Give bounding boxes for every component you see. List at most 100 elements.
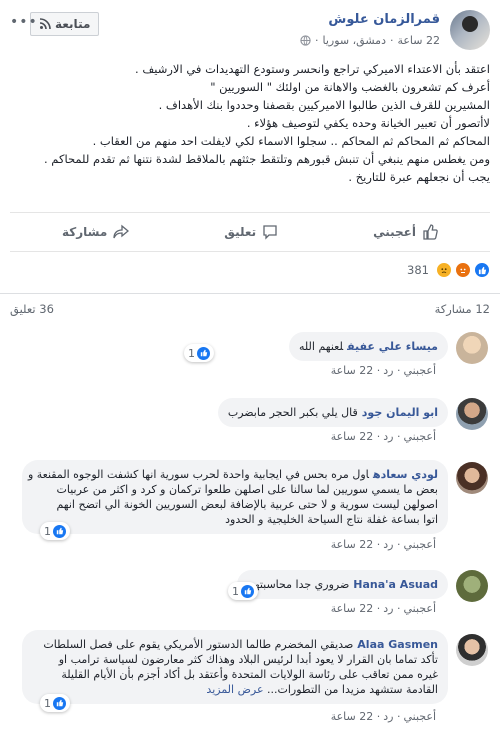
commenter-name[interactable]: ابو اليمان جود [362, 406, 438, 419]
comment-text: بعض ما يسمي سوريين لما سالنا على اصلهن ط… [56, 483, 438, 496]
rss-follow-icon [39, 18, 51, 30]
commenter-avatar[interactable] [456, 570, 488, 602]
post-body: اعتقد بأن الاعتداء الاميركي تراجع وانحسر… [10, 60, 490, 186]
comment-bubble: Hana'a Asuadضروري جدا محاسبتهم [237, 570, 448, 599]
like-reaction-icon [53, 696, 66, 710]
comment-bubble: لودي سعاده اول مره بحس في ايجابية واحدة ل… [22, 460, 448, 534]
comment-time[interactable]: 22 ساعة [331, 710, 374, 723]
comment-time[interactable]: 22 ساعة [331, 602, 374, 615]
author-avatar[interactable] [450, 10, 490, 50]
like-reaction-icon [241, 584, 254, 598]
post-location[interactable]: دمشق، سوريا [323, 34, 386, 47]
like-count-value: 1 [232, 584, 239, 598]
share-button[interactable]: مشاركة [62, 224, 130, 240]
comment-actions: أعجبني· رد· 22 ساعة [330, 710, 436, 723]
comment-reply-link[interactable]: رد [383, 430, 393, 443]
share-label: مشاركة [62, 225, 108, 239]
comment-like-link[interactable]: أعجبني [403, 710, 436, 723]
comment-text: ضروري جدا محاسبتهم [247, 578, 350, 591]
meta-separator: · [389, 34, 394, 47]
commenter-name[interactable]: لودي سعاده [373, 468, 438, 481]
commenter-name[interactable]: Alaa Gasmen [357, 638, 438, 651]
commenter-avatar[interactable] [456, 398, 488, 430]
post-header: قمرالزمان علوش 22 ساعة · دمشق، سوريا · م… [10, 10, 490, 54]
comment: لودي سعاده اول مره بحس في ايجابية واحدة ل… [12, 452, 488, 556]
comment-reply-link[interactable]: رد [383, 602, 393, 615]
comment-icon [263, 225, 277, 240]
comment-text: تأكد تماما بان القرار لا يعود أبدا لرئيس… [58, 653, 438, 666]
comment-bubble: ابو اليمان جود قال يلي بكبر الحجر مابضرب [217, 398, 448, 427]
comment-text: غيره ممن تعاقب على رئاسة الولايات المتحد… [61, 668, 438, 681]
commenter-avatar[interactable] [456, 634, 488, 666]
commenter-name[interactable]: Hana'a Asuad [353, 578, 438, 591]
comment-like-count[interactable]: 1 [184, 344, 214, 362]
comment-actions: أعجبني· رد· 22 ساعة [330, 538, 436, 551]
follow-label: متابعة [55, 17, 91, 31]
post-time[interactable]: 22 ساعة [397, 34, 440, 47]
comment: ابو اليمان جودقال يلي بكبر الحجر مابضرب … [12, 388, 488, 448]
comment-actions: أعجبني· رد· 22 ساعة [330, 602, 436, 615]
author-name[interactable]: قمرالزمان علوش [328, 12, 440, 27]
like-label: أعجبني [373, 225, 416, 239]
commenter-avatar[interactable] [456, 462, 488, 494]
like-button[interactable]: أعجبني [373, 224, 438, 240]
meta-separator: · [315, 34, 319, 47]
like-count-value: 1 [44, 696, 51, 710]
comment-reply-link[interactable]: رد [383, 538, 393, 551]
reactions-summary[interactable]: 381 [407, 262, 490, 278]
reaction-count[interactable]: 381 [407, 263, 429, 277]
globe-icon [300, 35, 311, 46]
post-line: يجب أن نجعلهم عبرة للتاريخ . [348, 170, 490, 184]
comment-bubble: ميساء علي عفيفلعنهم الله [289, 332, 448, 361]
comment-like-count[interactable]: 1 [40, 522, 70, 540]
post-meta: 22 ساعة · دمشق، سوريا · [300, 34, 440, 47]
comment-text: صديقي المخضرم طالما الدستور الأمريكي يقو… [43, 638, 354, 651]
comment-actions: أعجبني· رد· 22 ساعة [330, 364, 436, 377]
comment-time[interactable]: 22 ساعة [331, 430, 374, 443]
comment-like-link[interactable]: أعجبني [403, 602, 436, 615]
comment-reply-link[interactable]: رد [383, 710, 393, 723]
divider [0, 293, 500, 294]
comment-text: اصولهن ليست سورية و لا حتى عربية بالإضاف… [56, 498, 438, 511]
see-more-link[interactable]: عرض المزيد [206, 683, 263, 696]
comment-text: اتوا بساعة غفلة نتاج السياحة الخليجية و … [225, 513, 438, 526]
post-stats: 12 مشاركة 36 تعليق [10, 302, 490, 316]
comment-like-link[interactable]: أعجبني [403, 430, 436, 443]
comment-text: قال يلي بكبر الحجر مابضرب [227, 406, 358, 419]
comment-like-count[interactable]: 1 [228, 582, 258, 600]
like-reaction-icon [474, 262, 490, 278]
comment: Hana'a Asuadضروري جدا محاسبتهم 1 أعجبني·… [12, 560, 488, 620]
more-options-icon[interactable]: ••• [10, 14, 38, 30]
shares-count[interactable]: 12 مشاركة [435, 302, 490, 316]
comment-reply-link[interactable]: رد [383, 364, 393, 377]
post-line: أعرف كم تشعرون بالغضب والاهانة من اولئك … [210, 80, 490, 94]
post-line: اعتقد بأن الاعتداء الاميركي تراجع وانحسر… [135, 62, 490, 76]
post-line: المشيرين للقرف الذين طالبوا الاميركيين ب… [158, 98, 490, 112]
post-action-bar: أعجبني تعليق مشاركة [10, 212, 490, 252]
post-card: قمرالزمان علوش 22 ساعة · دمشق، سوريا · م… [0, 0, 500, 733]
commenter-name[interactable]: ميساء علي عفيف [347, 340, 438, 353]
share-icon [113, 224, 130, 239]
comment-time[interactable]: 22 ساعة [331, 364, 374, 377]
comment-bubble: Alaa Gasmenصديقي المخضرم طالما الدستور ا… [22, 630, 448, 704]
sad-reaction-icon [436, 262, 452, 278]
comment: Alaa Gasmenصديقي المخضرم طالما الدستور ا… [12, 624, 488, 732]
comment-text: القادمة ستشهد مزيدا من التطورات... [267, 683, 438, 696]
comment: ميساء علي عفيفلعنهم الله 1 أعجبني· رد· 2… [12, 322, 488, 382]
comment-time[interactable]: 22 ساعة [331, 538, 374, 551]
like-count-value: 1 [188, 346, 195, 360]
like-reaction-icon [53, 524, 66, 538]
comment-button[interactable]: تعليق [224, 224, 278, 240]
angry-reaction-icon [455, 262, 471, 278]
comment-like-count[interactable]: 1 [40, 694, 70, 712]
commenter-avatar[interactable] [456, 332, 488, 364]
post-line: ومن يغطس منهم ينبغي أن تنبش قبورهم وتلتق… [44, 152, 490, 166]
post-line: المحاكم ثم المحاكم ثم المحاكم .. سجلوا ا… [92, 134, 490, 148]
follow-button[interactable]: متابعة [30, 12, 100, 36]
comment-like-link[interactable]: أعجبني [403, 364, 436, 377]
comment-text: لعنهم الله [299, 340, 344, 353]
comments-count[interactable]: 36 تعليق [10, 302, 54, 316]
thumbs-up-icon [423, 224, 438, 240]
comment-like-link[interactable]: أعجبني [403, 538, 436, 551]
like-count-value: 1 [44, 524, 51, 538]
